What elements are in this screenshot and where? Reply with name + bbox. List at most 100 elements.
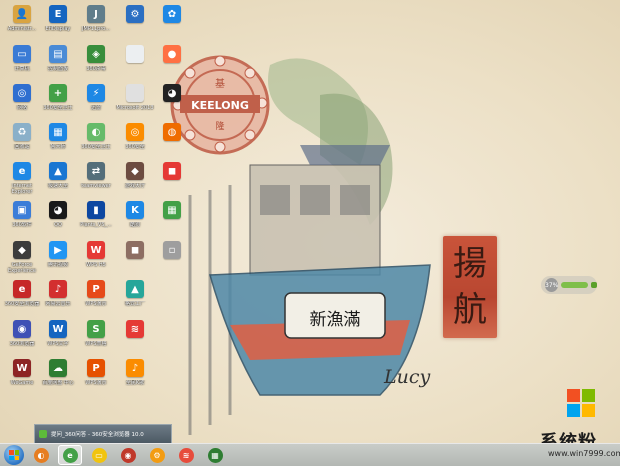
desktop-shortcut[interactable]: ◼: [115, 239, 155, 279]
desktop-shortcut[interactable]: +360安全卫士: [38, 82, 78, 122]
desktop-shortcut[interactable]: ✿: [152, 3, 192, 43]
desktop-shortcut[interactable]: ▲ 极速大全: [38, 160, 78, 200]
desktop-shortcut[interactable]: ▲ 格式工厂: [115, 278, 155, 318]
desktop-shortcut[interactable]: ◆ 游戏大厅: [115, 160, 155, 200]
speed-gadget[interactable]: 37%: [541, 276, 597, 294]
wps-ppt-icon: P: [87, 280, 105, 298]
desktop-shortcut-label: 迅雷: [90, 105, 101, 111]
small-icon: ▫: [163, 241, 181, 259]
desktop-shortcut[interactable]: ▮ Plants_VS_...: [76, 199, 116, 239]
desktop-shortcut[interactable]: e 360安全浏览器: [2, 278, 42, 318]
desktop-shortcut-label: 360安全卫士: [81, 144, 111, 150]
calligraphy-char-1: 揚: [453, 244, 487, 284]
desktop-shortcut[interactable]: e Internet Explorer: [2, 160, 42, 200]
desktop-shortcut[interactable]: ▦ 鲁大师: [38, 121, 78, 161]
desktop-shortcut-label: EfiDisplay: [45, 26, 71, 32]
desktop-shortcut-label: JMP11pro...: [81, 26, 111, 32]
desktop-shortcut[interactable]: W WeGame: [2, 357, 42, 397]
taskbar-button[interactable]: e: [58, 445, 82, 465]
desktop-shortcut[interactable]: E EfiDisplay: [38, 3, 78, 43]
desktop-shortcut[interactable]: ◍: [152, 121, 192, 161]
taskbar-button[interactable]: ≋: [174, 445, 198, 465]
desktop-shortcut-label: 360浏览器: [9, 341, 35, 347]
desktop-shortcut[interactable]: Microsoft 2013: [115, 82, 155, 122]
app-red-icon: ≋: [126, 320, 144, 338]
desktop-shortcut[interactable]: ♪ 全民K歌: [115, 357, 155, 397]
start-button[interactable]: [4, 445, 24, 465]
desktop-shortcut[interactable]: ◐ 360安全卫士: [76, 121, 116, 161]
desktop-shortcut-label: teamviewer: [81, 183, 111, 189]
desktop-shortcut[interactable]: [115, 43, 155, 83]
desktop-shortcut-label: 360安全卫士: [43, 105, 73, 111]
desktop-shortcut[interactable]: ▭ 计算机: [2, 43, 42, 83]
desktop-shortcut[interactable]: ▶ 腾讯视频: [38, 239, 78, 279]
gadget-percent: 37%: [545, 278, 559, 292]
computer-icon: ▭: [13, 45, 31, 63]
qq-icon: ◕: [49, 201, 67, 219]
browser-icon: ◉: [13, 320, 31, 338]
desktop-shortcut[interactable]: ♻ 回收站: [2, 121, 42, 161]
desktop-shortcut[interactable]: ▤ 控制面板: [38, 43, 78, 83]
desktop-shortcut-label: 百度网盘 中心: [42, 380, 74, 386]
red-icon: ◼: [163, 162, 181, 180]
desktop-shortcut-label: WPS演示: [85, 301, 107, 307]
desktop-shortcut-label: 腾讯视频: [47, 262, 68, 268]
desktop-shortcut[interactable]: ◎ 网络: [2, 82, 42, 122]
gear-task-icon: ⚙: [149, 447, 165, 463]
desktop-shortcut[interactable]: ◈ 360杀毒: [76, 43, 116, 83]
taskbar-button[interactable]: ▭: [87, 445, 111, 465]
desktop-shortcut[interactable]: ▦: [152, 199, 192, 239]
app-task-icon: ≋: [178, 447, 194, 463]
desktop-shortcut[interactable]: ◉ 360浏览器: [2, 318, 42, 358]
desktop-shortcut-label: 酷狗: [129, 222, 140, 228]
wegame-icon: W: [13, 359, 31, 377]
desktop-shortcut[interactable]: K 酷狗: [115, 199, 155, 239]
desktop-shortcut-label: 格式工厂: [124, 301, 145, 307]
desktop-shortcut[interactable]: ⚡ 迅雷: [76, 82, 116, 122]
desktop-shortcut[interactable]: ◆ GeForce Experience: [2, 239, 42, 279]
desktop-shortcut[interactable]: ▣ 360软件: [2, 199, 42, 239]
desktop-shortcut[interactable]: ☁ 百度网盘 中心: [38, 357, 78, 397]
desktop-shortcut[interactable]: ●: [152, 43, 192, 83]
desktop-shortcut-label: WeGame: [10, 380, 34, 386]
desktop-shortcut[interactable]: ♪ 网易云音乐: [38, 278, 78, 318]
desktop-shortcut-label: 计算机: [14, 66, 30, 72]
desktop-shortcut[interactable]: ⇄ teamviewer: [76, 160, 116, 200]
game-hall-icon: ◆: [126, 162, 144, 180]
watermark-brand: 系统粉: [540, 432, 597, 443]
desktop-shortcut[interactable]: 👤 Administr...: [2, 3, 42, 43]
desktop-shortcut[interactable]: J JMP11pro...: [76, 3, 116, 43]
taskbar-button[interactable]: ▦: [203, 445, 227, 465]
watermark-url: www.win7999.com: [548, 449, 620, 458]
desktop-shortcut-label: Plants_VS_...: [80, 222, 112, 228]
desktop-shortcut[interactable]: W WPS文字: [38, 318, 78, 358]
desktop-shortcut[interactable]: ≋: [115, 318, 155, 358]
control-panel-icon: ▤: [49, 45, 67, 63]
desktop-shortcut-label: WPS文字: [47, 341, 69, 347]
taskbar-button[interactable]: ◉: [116, 445, 140, 465]
browser-icon: [39, 430, 47, 438]
desktop-shortcut[interactable]: ◼: [152, 160, 192, 200]
taskbar-pinned-items: ◐ e ▭ ◉ ⚙ ≋ ▦: [24, 445, 227, 465]
360-safe-icon: +: [49, 84, 67, 102]
ludashi-icon: ▦: [49, 123, 67, 141]
desktop-shortcut[interactable]: P WPS演示: [76, 278, 116, 318]
desktop-shortcut-label: 360软件: [12, 222, 32, 228]
desktop-shortcut-label: Administr...: [7, 26, 37, 32]
desktop-shortcut[interactable]: ◕ QQ: [38, 199, 78, 239]
desktop-shortcut[interactable]: ▫: [152, 239, 192, 279]
desktop-shortcut-label: GeForce Experience: [8, 262, 36, 274]
taskbar-button[interactable]: ⚙: [145, 445, 169, 465]
wps-present-icon: P: [87, 359, 105, 377]
taskbar-button[interactable]: ◐: [29, 445, 53, 465]
desktop-shortcut[interactable]: ◕: [152, 82, 192, 122]
desktop-shortcut[interactable]: S WPS表格: [76, 318, 116, 358]
seal-bottom: 隆: [215, 120, 224, 132]
boat-sign: 新漁滿: [310, 310, 361, 330]
taskbar-preview-balloon[interactable]: 提问_360问答 - 360安全浏览器 10.0: [34, 424, 172, 443]
desktop-shortcut[interactable]: ◎ 360安全: [115, 121, 155, 161]
desktop-shortcut[interactable]: W WPS H5: [76, 239, 116, 279]
desktop-shortcut-label: 360杀毒: [86, 66, 106, 72]
desktop-shortcut[interactable]: ⚙: [115, 3, 155, 43]
desktop-shortcut[interactable]: P WPS演示: [76, 357, 116, 397]
